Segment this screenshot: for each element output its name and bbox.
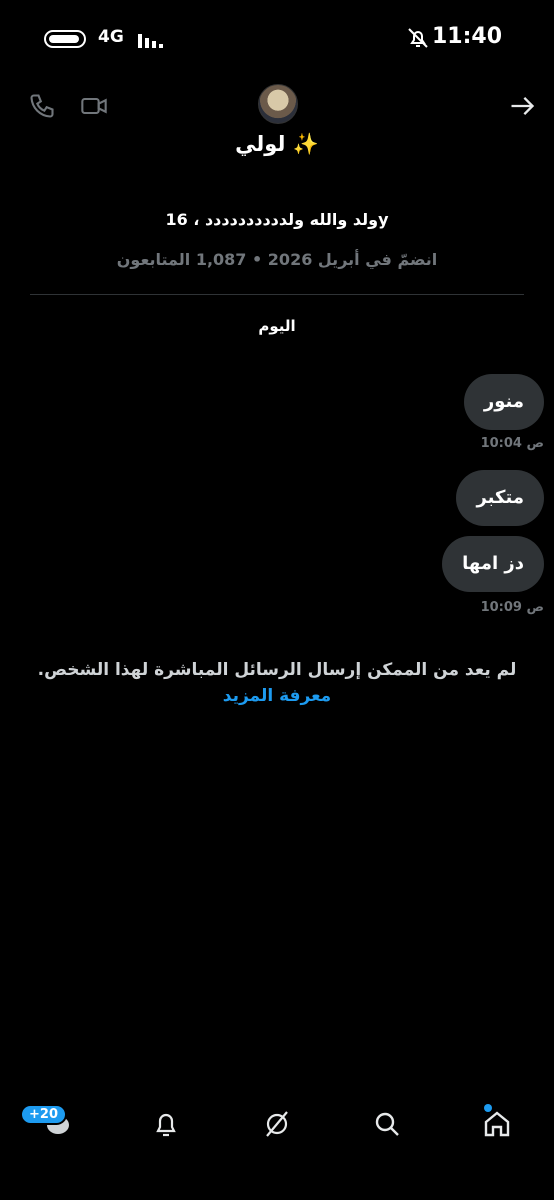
profile-name[interactable]: لولي ✨ bbox=[0, 132, 554, 157]
home-icon[interactable] bbox=[481, 1108, 513, 1140]
learn-more-link[interactable]: معرفة المزيد bbox=[0, 686, 554, 706]
divider bbox=[30, 294, 524, 295]
message-bubble[interactable]: دز امها bbox=[442, 536, 544, 592]
avatar[interactable] bbox=[258, 84, 298, 124]
dm-disabled-notice: لم يعد من الممكن إرسال الرسائل المباشرة … bbox=[37, 660, 517, 680]
video-call-icon[interactable] bbox=[80, 92, 108, 120]
notifications-icon[interactable] bbox=[150, 1108, 182, 1140]
bottom-nav bbox=[0, 1090, 554, 1160]
message-time: 10:04 ص bbox=[480, 436, 544, 451]
unread-badge: +20 bbox=[20, 1104, 67, 1125]
day-label: اليوم bbox=[258, 317, 296, 335]
phone-icon[interactable] bbox=[28, 92, 56, 120]
message-bubble[interactable]: منور bbox=[463, 374, 544, 430]
profile-bio: ولد والله ولدددددددددد ، 16y bbox=[165, 210, 389, 229]
signal-icon bbox=[138, 34, 163, 48]
search-icon[interactable] bbox=[371, 1108, 403, 1140]
message-time: 10:09 ص bbox=[480, 600, 544, 615]
home-notification-dot bbox=[484, 1104, 492, 1112]
status-bar: 4G 11:40 bbox=[0, 0, 554, 76]
profile-meta: انضمّ في أبريل 2026 • 1,087 المتابعون bbox=[116, 250, 438, 269]
grok-icon[interactable] bbox=[261, 1108, 293, 1140]
clock: 11:40 bbox=[432, 24, 503, 49]
battery-icon bbox=[44, 30, 86, 48]
back-arrow-icon[interactable] bbox=[508, 92, 536, 120]
message-bubble[interactable]: متكبر bbox=[456, 470, 544, 526]
network-type: 4G bbox=[98, 27, 124, 47]
mute-bell-icon bbox=[408, 28, 428, 48]
